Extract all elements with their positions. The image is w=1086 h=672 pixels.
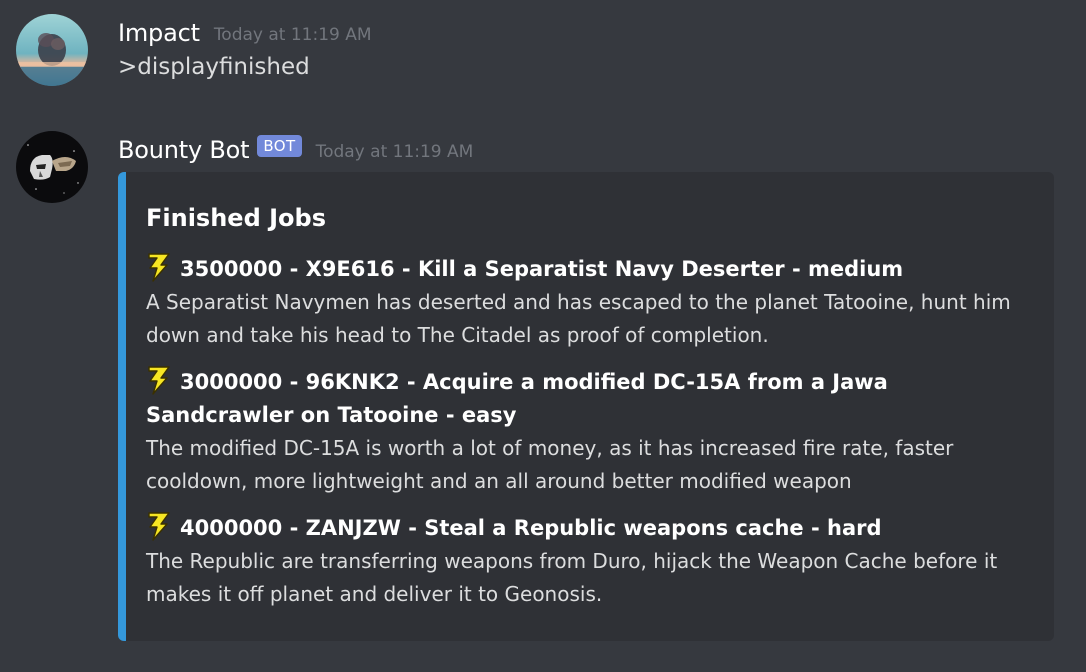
bot-tag-badge: BOT xyxy=(257,135,302,157)
job-title: 3500000 - X9E616 - Kill a Separatist Nav… xyxy=(146,252,1024,286)
lightning-bolt-icon xyxy=(148,512,170,541)
username[interactable]: Bounty Bot xyxy=(118,136,250,164)
job-description: A Separatist Navymen has deserted and ha… xyxy=(146,290,1011,347)
avatar-bounty-bot[interactable] xyxy=(16,131,88,203)
job-field: 3500000 - X9E616 - Kill a Separatist Nav… xyxy=(146,252,1024,352)
job-title: 3000000 - 96KNK2 - Acquire a modified DC… xyxy=(146,365,1024,432)
lightning-bolt-icon xyxy=(148,253,170,282)
avatar-impact[interactable] xyxy=(16,14,88,86)
username[interactable]: Impact xyxy=(118,19,200,47)
job-description: The modified DC-15A is worth a lot of mo… xyxy=(146,436,954,493)
job-field: 3000000 - 96KNK2 - Acquire a modified DC… xyxy=(146,365,1024,498)
embed-title: Finished Jobs xyxy=(146,204,326,232)
timestamp: Today at 11:19 AM xyxy=(213,25,372,45)
job-description: The Republic are transferring weapons fr… xyxy=(146,549,998,606)
embed: Finished Jobs 3500000 - X9E616 - Kill a … xyxy=(118,172,1054,641)
message-content: >displayfinished xyxy=(118,54,310,80)
timestamp: Today at 11:19 AM xyxy=(315,142,474,162)
job-title: 4000000 - ZANJZW - Steal a Republic weap… xyxy=(146,511,1024,545)
job-title-text: 3500000 - X9E616 - Kill a Separatist Nav… xyxy=(180,257,904,281)
job-title-text: 3000000 - 96KNK2 - Acquire a modified DC… xyxy=(146,370,888,427)
chat-messages: Impact Today at 11:19 AM >displayfinishe… xyxy=(0,0,1086,672)
lightning-bolt-icon xyxy=(148,366,170,395)
message-header: Impact Today at 11:19 AM xyxy=(118,16,372,50)
message-header: Bounty Bot BOT Today at 11:19 AM xyxy=(118,133,473,167)
job-field: 4000000 - ZANJZW - Steal a Republic weap… xyxy=(146,511,1024,611)
job-title-text: 4000000 - ZANJZW - Steal a Republic weap… xyxy=(180,516,882,540)
